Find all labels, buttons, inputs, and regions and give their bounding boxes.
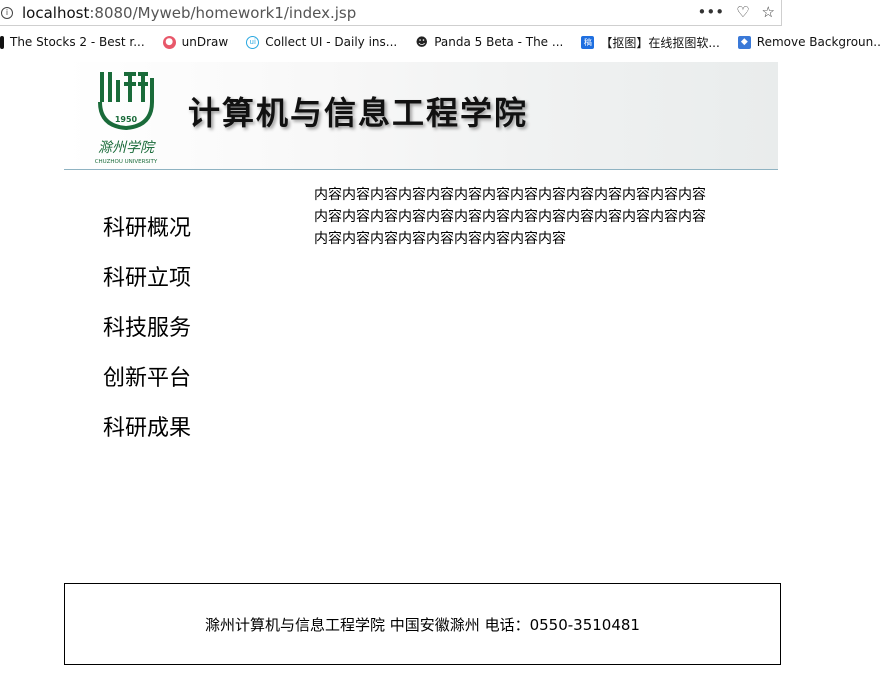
- sidebar-item-research-results[interactable]: 科研成果: [103, 404, 263, 454]
- logo-year: 1950: [115, 115, 138, 124]
- sidebar-item-research-projects[interactable]: 科研立项: [103, 254, 263, 304]
- removebg-icon: ◆: [737, 35, 751, 49]
- url-text[interactable]: localhost:8080/Myweb/homework1/index.jsp: [22, 4, 356, 22]
- koutu-icon: 稿: [581, 35, 595, 49]
- sidebar-item-tech-services[interactable]: 科技服务: [103, 304, 263, 354]
- bookmark-label: Panda 5 Beta - The ...: [434, 35, 564, 49]
- undraw-icon: ●: [162, 35, 176, 49]
- site-title: 计算机与信息工程学院: [188, 94, 529, 132]
- sidebar-item-research-overview[interactable]: 科研概况: [103, 204, 263, 254]
- sidebar-nav: 科研概况 科研立项 科技服务 创新平台 科研成果: [103, 204, 263, 454]
- bookmark-star-icon[interactable]: ☆: [762, 2, 775, 22]
- bookmarks-toolbar: The Stocks 2 - Best r... ● unDraw ui Col…: [0, 30, 882, 54]
- logo-name-en: CHUZHOU UNIVERSITY: [95, 159, 158, 165]
- university-logo: 1950 滁州学院 CHUZHOU UNIVERSITY: [95, 72, 158, 165]
- bookmark-label: The Stocks 2 - Best r...: [10, 35, 145, 49]
- pocket-icon[interactable]: ♡: [736, 2, 749, 22]
- sidebar-item-innovation-platform[interactable]: 创新平台: [103, 354, 263, 404]
- logo-name-cn: 滁州学院: [98, 140, 156, 156]
- bookmark-label: 【抠图】在线抠图软...: [600, 35, 720, 50]
- page-footer: 滁州计算机与信息工程学院 中国安徽滁州 电话：0550-3510481: [64, 583, 781, 665]
- more-actions-icon[interactable]: •••: [698, 2, 725, 22]
- panda-icon: ☻: [415, 34, 429, 49]
- url-path: :8080/Myweb/homework1/index.jsp: [89, 3, 357, 22]
- bookmark-panda[interactable]: ☻ Panda 5 Beta - The ...: [415, 35, 563, 49]
- url-actions: ••• ♡ ☆: [698, 2, 775, 22]
- bookmark-undraw[interactable]: ● unDraw: [162, 35, 229, 49]
- bookmark-remove-bg[interactable]: ◆ Remove Backgroun...: [737, 35, 882, 49]
- address-bar[interactable]: i localhost:8080/Myweb/homework1/index.j…: [0, 0, 782, 26]
- url-host: localhost: [22, 3, 90, 22]
- bookmark-label: Remove Backgroun...: [756, 35, 882, 49]
- main-content: 内容内容内容内容内容内容内容内容内容内容内容内容内容内容内容内容内容内容内容内容…: [314, 187, 706, 247]
- bookmark-label: Collect UI - Daily ins...: [265, 35, 398, 49]
- page: 1950 滁州学院 CHUZHOU UNIVERSITY 计算机与信息工程学院 …: [0, 56, 882, 694]
- bookmark-koutu[interactable]: 稿 【抠图】在线抠图软...: [581, 34, 720, 51]
- bookmark-label: unDraw: [181, 35, 229, 49]
- collectui-icon: ui: [246, 35, 260, 49]
- bookmark-the-stocks[interactable]: The Stocks 2 - Best r...: [0, 35, 145, 49]
- header-banner: 1950 滁州学院 CHUZHOU UNIVERSITY 计算机与信息工程学院: [64, 62, 778, 170]
- footer-text: 滁州计算机与信息工程学院 中国安徽滁州 电话：0550-3510481: [205, 615, 640, 634]
- info-icon[interactable]: i: [1, 6, 13, 19]
- stocks-icon: [0, 35, 4, 49]
- bookmark-collect-ui[interactable]: ui Collect UI - Daily ins...: [246, 35, 397, 49]
